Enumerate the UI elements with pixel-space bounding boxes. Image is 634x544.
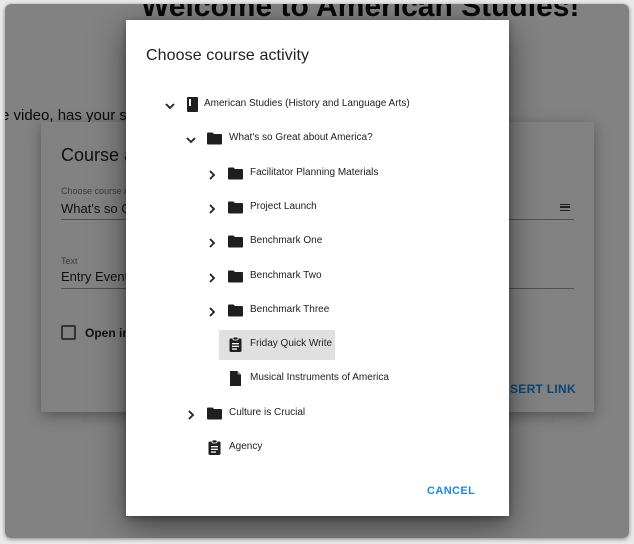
tree-node-label: Facilitator Planning Materials <box>250 167 379 178</box>
chevron-right-icon[interactable] <box>185 408 197 420</box>
document-icon <box>227 370 244 387</box>
tree-node-label: Benchmark One <box>250 235 323 246</box>
tree-node-label: Benchmark Three <box>250 304 330 315</box>
tree-node[interactable]: Friday Quick Write <box>219 330 335 360</box>
assignment-icon <box>206 439 223 456</box>
tree-node[interactable]: Benchmark Three <box>209 296 489 326</box>
tree-node[interactable]: Agency <box>198 433 468 463</box>
tree-node-label: Project Launch <box>250 201 317 212</box>
chevron-right-icon[interactable] <box>206 168 218 180</box>
assignment-icon <box>227 336 244 353</box>
window-frame: Welcome to American Studies! e video, ha… <box>5 4 629 538</box>
course-tree: American Studies (History and Language A… <box>126 20 509 516</box>
tree-node-label: Musical Instruments of America <box>250 372 389 383</box>
tree-node-label: Agency <box>229 441 263 452</box>
folder-icon <box>227 233 244 250</box>
folder-icon <box>227 199 244 216</box>
chevron-right-icon[interactable] <box>206 236 218 248</box>
tree-node-label: Benchmark Two <box>250 270 322 281</box>
tree-node[interactable]: What's so Great about America? <box>186 124 468 154</box>
folder-icon <box>206 130 223 147</box>
chevron-down-icon[interactable] <box>185 133 197 145</box>
tree-node-label: American Studies (History and Language A… <box>204 98 410 109</box>
chevron-right-icon[interactable] <box>206 305 218 317</box>
chevron-right-icon[interactable] <box>206 271 218 283</box>
folder-icon <box>227 268 244 285</box>
folder-icon <box>206 405 223 422</box>
tree-node-label: Friday Quick Write <box>250 338 333 349</box>
folder-icon <box>227 302 244 319</box>
chevron-right-icon[interactable] <box>206 202 218 214</box>
tree-node[interactable]: Project Launch <box>209 193 489 223</box>
book-icon <box>184 96 201 113</box>
tree-node-label: What's so Great about America? <box>229 132 373 143</box>
tree-node[interactable]: American Studies (History and Language A… <box>165 90 446 120</box>
choose-course-activity-dialog: Choose course activity American Studies … <box>126 20 509 516</box>
tree-node[interactable]: Culture is Crucial <box>188 399 468 429</box>
cancel-button[interactable]: CANCEL <box>423 483 479 499</box>
tree-node[interactable]: Benchmark Two <box>209 262 489 292</box>
chevron-down-icon[interactable] <box>164 99 176 111</box>
tree-node[interactable]: Musical Instruments of America <box>219 364 489 394</box>
tree-node[interactable]: Benchmark One <box>209 227 489 257</box>
folder-icon <box>227 165 244 182</box>
tree-node[interactable]: Facilitator Planning Materials <box>209 159 489 189</box>
tree-node-label: Culture is Crucial <box>229 407 306 418</box>
